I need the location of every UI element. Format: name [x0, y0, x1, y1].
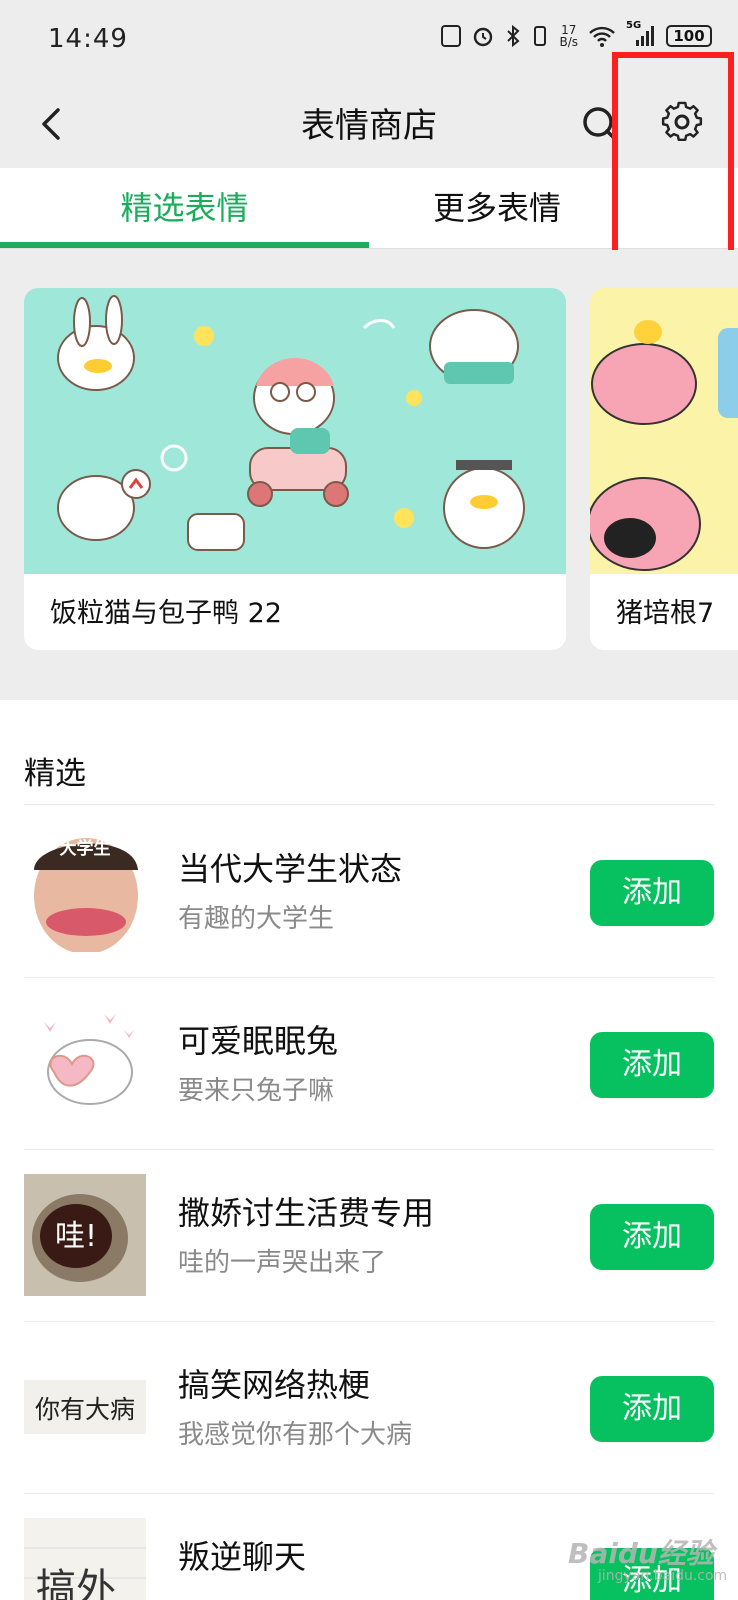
watermark-url: jingyan.baidu.com	[598, 1568, 728, 1584]
item-thumbnail	[24, 1002, 146, 1124]
add-button[interactable]: 添加	[590, 860, 714, 926]
vibrate-icon	[534, 26, 547, 46]
item-title: 当代大学生状态	[178, 850, 403, 888]
settings-highlight-box	[612, 52, 734, 270]
thumbnail-image: 你有大病	[24, 1346, 146, 1468]
item-subtitle: 我感觉你有那个大病	[178, 1420, 413, 1450]
thumbnail-image: 大学生	[24, 830, 146, 952]
bluetooth-icon	[507, 24, 520, 48]
cellular-signal: 5G	[626, 20, 656, 48]
thumbnail-image: 搞外	[24, 1518, 146, 1600]
item-thumbnail: 你有大病	[24, 1346, 146, 1468]
list-item[interactable]: 大学生 当代大学生状态 有趣的大学生 添加	[0, 806, 738, 978]
item-subtitle: 哇的一声哭出来了	[178, 1248, 387, 1278]
section-divider	[24, 804, 714, 805]
thumb-caption: 搞外	[36, 1566, 116, 1600]
signal-icon	[636, 26, 654, 46]
thumbnail-image	[24, 1002, 146, 1124]
banner-label: 猪培根7	[616, 598, 715, 629]
tab-featured[interactable]: 精选表情	[0, 168, 369, 248]
banner-label: 饭粒猫与包子鸭 22	[50, 598, 282, 629]
list-item[interactable]: 你有大病 搞笑网络热梗 我感觉你有那个大病 添加	[0, 1322, 738, 1494]
thumb-caption: 你有大病	[35, 1395, 135, 1424]
item-thumbnail: 哇!	[24, 1174, 146, 1296]
net-speed: 17 B/s	[559, 23, 578, 49]
banner-artwork	[590, 288, 738, 574]
thumb-caption: 哇!	[55, 1219, 97, 1254]
wifi-icon	[589, 26, 615, 47]
item-thumbnail: 大学生	[24, 830, 146, 952]
featured-section: 精选 大学生 当代大学生状态 有趣的大学生 添加 可爱眠眠兔 要来只兔子嘛 添加…	[0, 700, 738, 1600]
add-button[interactable]: 添加	[590, 1204, 714, 1270]
back-button[interactable]	[24, 96, 80, 152]
item-title: 叛逆聊天	[178, 1538, 307, 1576]
status-time: 14:49	[48, 24, 128, 54]
alarm-icon	[474, 27, 493, 47]
banner-card[interactable]: 饭粒猫与包子鸭 22	[24, 288, 566, 650]
add-button[interactable]: 添加	[590, 1376, 714, 1442]
section-title: 精选	[24, 756, 86, 792]
status-icons: 17 B/s 5G 100	[441, 20, 712, 49]
chevron-left-icon	[42, 108, 60, 140]
thumbnail-image: 哇!	[24, 1174, 146, 1296]
item-subtitle: 有趣的大学生	[178, 904, 335, 934]
banner-artwork	[24, 288, 566, 574]
list-item[interactable]: 可爱眠眠兔 要来只兔子嘛 添加	[0, 978, 738, 1150]
item-title: 搞笑网络热梗	[178, 1366, 371, 1404]
thumb-caption: 大学生	[60, 838, 111, 859]
watermark: Baidu经验	[568, 1537, 714, 1570]
item-subtitle: 要来只兔子嘛	[178, 1076, 335, 1106]
banner-card[interactable]: 猪培根7	[590, 288, 738, 650]
list-item[interactable]: 哇! 撒娇讨生活费专用 哇的一声哭出来了 添加	[0, 1150, 738, 1322]
item-thumbnail: 搞外	[24, 1518, 146, 1600]
item-title: 可爱眠眠兔	[178, 1022, 339, 1060]
add-button[interactable]: 添加	[590, 1032, 714, 1098]
banner-carousel: 饭粒猫与包子鸭 22 猪培根7	[0, 250, 738, 700]
nfc-icon	[441, 25, 462, 47]
battery-icon: 100	[666, 25, 712, 47]
item-title: 撒娇讨生活费专用	[178, 1194, 435, 1232]
